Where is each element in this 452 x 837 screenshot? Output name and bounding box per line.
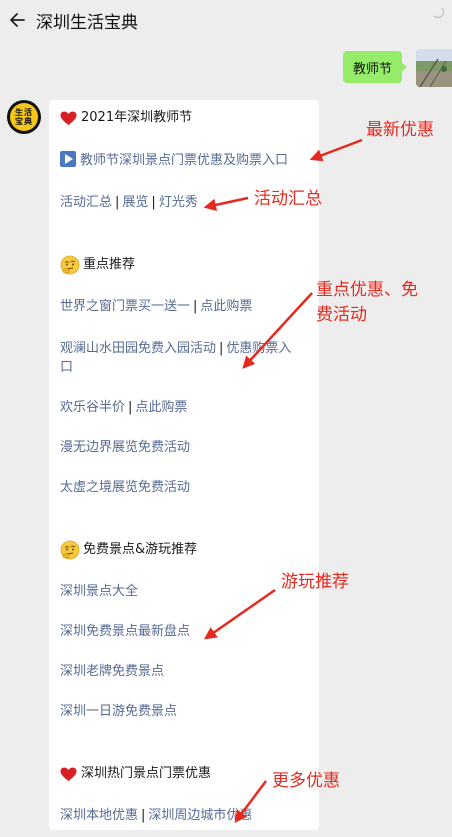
buy-ticket-link[interactable]: 点此购票 xyxy=(200,299,252,314)
section-free-attractions: 免费景点&游玩推荐 xyxy=(60,540,197,560)
bot-avatar-badge: 生活宝典 xyxy=(10,103,38,131)
separator: | xyxy=(141,808,146,823)
local-deals-link[interactable]: 深圳本地优惠 xyxy=(60,808,138,823)
avatar-scenery-icon xyxy=(416,49,452,87)
annotation-key-deals-line1: 重点优惠、免 xyxy=(316,280,418,300)
thinking-face-icon xyxy=(60,255,80,275)
attractions-guide-link[interactable]: 深圳景点大全 xyxy=(60,584,138,599)
section-key-recommend: 重点推荐 xyxy=(60,255,135,275)
more-icon[interactable] xyxy=(432,6,444,18)
list-item: 深圳老牌免费景点 xyxy=(60,662,164,682)
ticket-entry-link[interactable]: 教师节深圳景点门票优惠及购票入口 xyxy=(80,153,288,168)
event-summary-link[interactable]: 活动汇总 xyxy=(60,195,112,210)
section-title-text: 免费景点&游玩推荐 xyxy=(83,542,198,557)
list-item: 观澜山水田园免费入园活动 | 优惠购票入 xyxy=(60,339,291,359)
bot-avatar-label: 生活宝典 xyxy=(15,108,33,126)
outgoing-message-bubble[interactable]: 教师节 xyxy=(343,51,408,83)
section-title-text: 2021年深圳教师节 xyxy=(81,110,193,125)
annotation-latest-deals: 最新优惠 xyxy=(366,120,434,140)
separator: | xyxy=(128,400,133,415)
ticket-entry-row: 教师节深圳景点门票优惠及购票入口 xyxy=(60,151,288,171)
guanlan-free-link[interactable]: 观澜山水田园免费入园活动 xyxy=(60,341,216,356)
free-attractions-link[interactable]: 深圳免费景点最新盘点 xyxy=(60,624,190,639)
top-bar: 深圳生活宝典 xyxy=(0,0,452,40)
list-item: 深圳景点大全 xyxy=(60,582,138,602)
discount-ticket-link-cont[interactable]: 口 xyxy=(60,360,73,375)
outgoing-message-text: 教师节 xyxy=(353,61,393,77)
buy-ticket-link[interactable]: 点此购票 xyxy=(135,400,187,415)
list-item: 世界之窗门票买一送一 | 点此购票 xyxy=(60,297,252,317)
annotation-key-deals-line2: 费活动 xyxy=(316,305,367,325)
annotation-more-deals: 更多优惠 xyxy=(272,771,340,791)
separator: | xyxy=(219,341,224,356)
section-hot-tickets: 深圳热门景点门票优惠 xyxy=(60,764,211,784)
heart-icon xyxy=(60,111,77,125)
heart-icon xyxy=(60,767,77,781)
list-item: 深圳本地优惠 | 深圳周边城市优惠 xyxy=(60,806,252,826)
list-item: 深圳一日游免费景点 xyxy=(60,702,177,722)
annotation-event-summary: 活动汇总 xyxy=(254,189,322,209)
section-title-text: 重点推荐 xyxy=(83,257,136,272)
exhibition-link[interactable]: 展览 xyxy=(122,195,148,210)
window-of-world-link[interactable]: 世界之窗门票买一送一 xyxy=(60,299,190,314)
day-trip-free-link[interactable]: 深圳一日游免费景点 xyxy=(60,704,177,719)
red-arrow-icon xyxy=(309,138,363,162)
back-arrow-icon[interactable] xyxy=(8,10,28,30)
user-avatar[interactable] xyxy=(416,49,452,87)
boundless-exhibition-link[interactable]: 漫无边界展览免费活动 xyxy=(60,440,190,455)
bot-avatar[interactable]: 生活宝典 xyxy=(7,100,41,134)
annotation-play: 游玩推荐 xyxy=(281,572,349,592)
thinking-face-icon xyxy=(60,540,80,560)
list-item: 漫无边界展览免费活动 xyxy=(60,438,190,458)
separator: | xyxy=(193,299,198,314)
section-teachers-day: 2021年深圳教师节 xyxy=(60,108,192,128)
event-links-row: 活动汇总 | 展览 | 灯光秀 xyxy=(60,193,198,213)
separator: | xyxy=(151,195,156,210)
chat-title: 深圳生活宝典 xyxy=(36,13,138,33)
separator: | xyxy=(115,195,120,210)
discount-ticket-link[interactable]: 优惠购票入 xyxy=(226,341,291,356)
nearby-city-deals-link[interactable]: 深圳周边城市优惠 xyxy=(148,808,252,823)
play-icon xyxy=(60,151,76,167)
list-item: 太虚之境展览免费活动 xyxy=(60,478,190,498)
happy-valley-link[interactable]: 欢乐谷半价 xyxy=(60,400,125,415)
taixu-exhibition-link[interactable]: 太虚之境展览免费活动 xyxy=(60,480,190,495)
section-title-text: 深圳热门景点门票优惠 xyxy=(81,766,212,781)
list-item: 深圳免费景点最新盘点 xyxy=(60,622,190,642)
list-item-wrap: 口 xyxy=(60,358,73,378)
light-show-link[interactable]: 灯光秀 xyxy=(159,195,198,210)
classic-free-attractions-link[interactable]: 深圳老牌免费景点 xyxy=(60,664,164,679)
list-item: 欢乐谷半价 | 点此购票 xyxy=(60,398,187,418)
